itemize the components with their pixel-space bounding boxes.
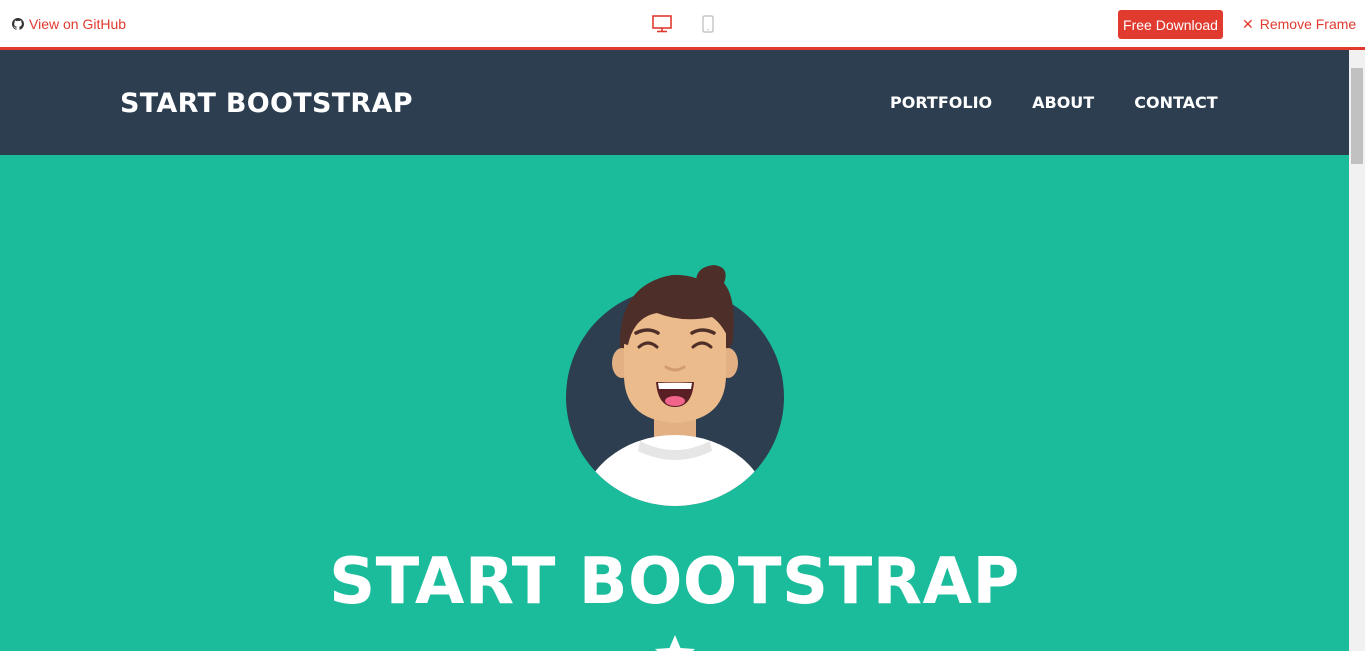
desktop-icon: [652, 15, 672, 33]
view-on-github-link[interactable]: View on GitHub: [12, 15, 126, 33]
nav-item-about[interactable]: ABOUT: [1032, 93, 1094, 112]
scrollbar-thumb[interactable]: [1351, 68, 1363, 164]
site-viewport: START BOOTSTRAP PORTFOLIO ABOUT CONTACT: [0, 50, 1349, 651]
scrollbar[interactable]: [1349, 50, 1365, 651]
remove-frame-label: Remove Frame: [1259, 16, 1357, 32]
github-link-label: View on GitHub: [29, 16, 127, 32]
nav-menu: PORTFOLIO ABOUT CONTACT: [890, 93, 1218, 112]
mobile-icon: [702, 15, 714, 33]
nav-item-portfolio[interactable]: PORTFOLIO: [890, 93, 992, 112]
github-icon: [12, 18, 24, 30]
close-icon: ✕: [1242, 16, 1254, 32]
free-download-button[interactable]: Free Download: [1118, 10, 1223, 39]
remove-frame-button[interactable]: ✕ Remove Frame: [1242, 15, 1356, 33]
site-navbar: START BOOTSTRAP PORTFOLIO ABOUT CONTACT: [0, 50, 1349, 155]
nav-item-contact[interactable]: CONTACT: [1134, 93, 1217, 112]
navbar-brand[interactable]: START BOOTSTRAP: [120, 88, 413, 119]
avatar: [566, 265, 784, 506]
star-icon: [655, 635, 695, 651]
preview-frame-bar: View on GitHub Free Download ✕ Remove Fr…: [0, 0, 1365, 50]
masthead: START BOOTSTRAP: [0, 155, 1349, 651]
mobile-view-button[interactable]: [700, 12, 716, 36]
masthead-heading: START BOOTSTRAP: [329, 545, 1020, 619]
desktop-view-button[interactable]: [650, 12, 674, 36]
